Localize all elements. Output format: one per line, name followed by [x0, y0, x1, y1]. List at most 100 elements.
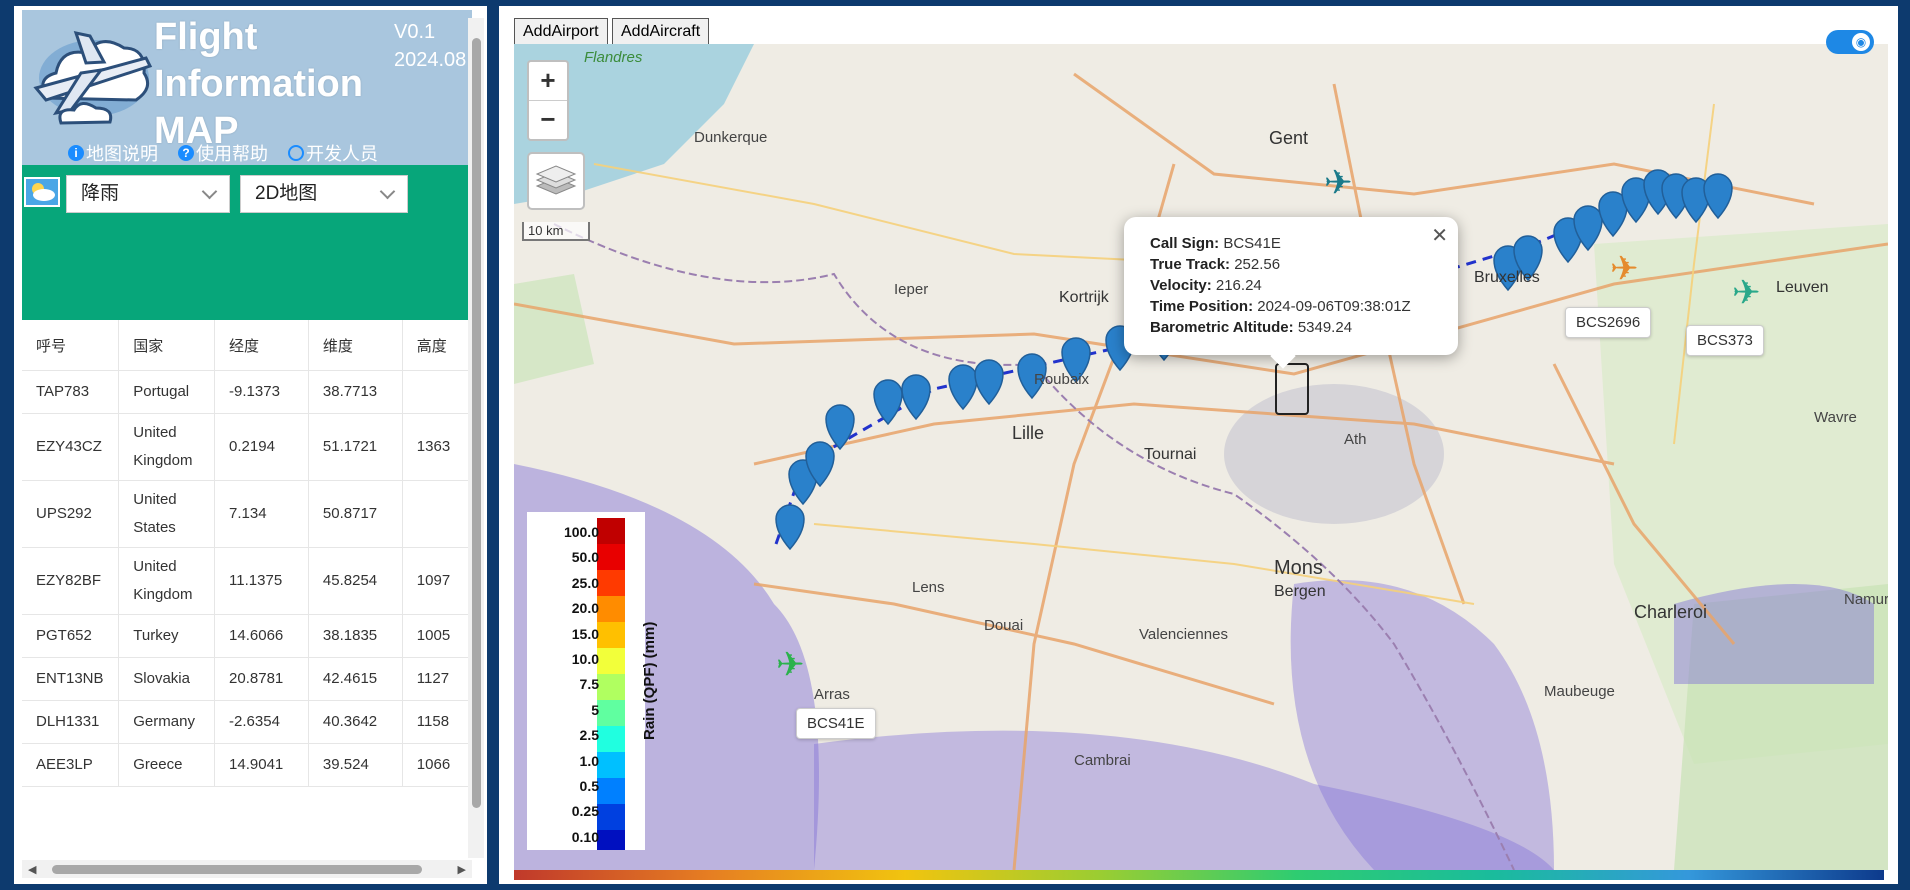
zoom-control: + −: [527, 60, 569, 141]
table-cell: United States: [118, 480, 216, 548]
table-cell: 50.8717: [308, 480, 403, 548]
table-cell: 7.134: [214, 480, 309, 548]
zoom-in-button[interactable]: +: [529, 62, 567, 101]
app-title: Flight Information MAP: [154, 16, 363, 152]
aircraft-icon[interactable]: ✈: [1324, 164, 1353, 202]
table-cell: 42.4615: [308, 657, 403, 701]
place-label: Cambrai: [1074, 752, 1131, 769]
table-cell: Slovakia: [118, 657, 216, 701]
table-row[interactable]: ENT13NB Slovakia 20.8781 42.4615 1127: [22, 657, 472, 701]
legend-value: 0.10: [571, 828, 599, 845]
weather-icon-button[interactable]: [24, 177, 60, 207]
table-cell: 40.3642: [308, 700, 403, 744]
legend-colorbar: [597, 518, 625, 850]
control-toolbar: 降雨 2D地图: [22, 165, 472, 320]
table-cell: DLH1331: [22, 700, 120, 744]
legend-value: 10.0: [571, 651, 599, 667]
aircraft-tag-bcs41e[interactable]: BCS41E: [796, 708, 876, 739]
table-cell: TAP783: [22, 370, 120, 414]
map-canvas[interactable]: ✈ ✈ ✈ ✈ Flandres Gent Kortrijk Lille Tou…: [514, 44, 1888, 870]
popup-altitude: Barometric Altitude: 5349.24: [1150, 319, 1353, 336]
col-country[interactable]: 国家: [118, 320, 216, 371]
table-cell: 45.8254: [308, 547, 403, 615]
table-cell: Greece: [118, 743, 216, 787]
table-row[interactable]: UPS292 United States 7.134 50.8717: [22, 480, 472, 548]
place-label: Ath: [1344, 431, 1367, 448]
table-cell: 14.6066: [214, 614, 309, 658]
scroll-right-icon[interactable]: ▶: [458, 863, 466, 876]
weather-layer-select[interactable]: 降雨: [66, 175, 230, 213]
help-link[interactable]: ? 使用帮助: [178, 140, 268, 166]
table-cell: 1097: [402, 547, 472, 615]
legend-value: 15.0: [571, 625, 599, 642]
visibility-toggle[interactable]: ◉: [1826, 30, 1874, 54]
popup-time: Time Position: 2024-09-06T09:38:01Z: [1150, 298, 1411, 315]
legend-value: 0.5: [579, 778, 599, 794]
header: Flight Information MAP V0.1 2024.08 i 地图说…: [22, 10, 472, 165]
table-cell: ENT13NB: [22, 657, 120, 701]
place-label: Lens: [912, 579, 945, 596]
col-latitude[interactable]: 维度: [308, 320, 403, 371]
place-label: Ieper: [894, 281, 928, 298]
aircraft-icon-bcs2696[interactable]: ✈: [1610, 250, 1639, 288]
place-label: Arras: [814, 686, 850, 703]
aircraft-tag-bcs373[interactable]: BCS373: [1686, 325, 1764, 356]
layers-button[interactable]: [527, 152, 585, 210]
add-aircraft-button[interactable]: AddAircraft: [612, 18, 710, 47]
left-panel: Flight Information MAP V0.1 2024.08 i 地图说…: [22, 10, 472, 880]
table-cell: 1127: [402, 657, 472, 701]
info-icon: i: [68, 145, 84, 161]
table-cell: [402, 480, 472, 548]
aircraft-icon-bcs41e[interactable]: ✈: [776, 646, 805, 684]
place-label: Roubaix: [1034, 371, 1090, 388]
table-cell: 51.1721: [308, 413, 403, 481]
scroll-left-icon[interactable]: ◀: [28, 863, 36, 876]
table-cell: 1005: [402, 614, 472, 658]
legend-value: 100.0: [563, 524, 599, 540]
table-cell: [402, 370, 472, 414]
legend-value: 5: [591, 701, 599, 718]
table-cell: 38.1835: [308, 614, 403, 658]
aircraft-icon-bcs373[interactable]: ✈: [1732, 274, 1761, 312]
table-cell: 1158: [402, 700, 472, 744]
version-info: V0.1 2024.08: [394, 18, 466, 74]
place-label: Bergen: [1274, 583, 1326, 600]
table-row[interactable]: EZY82BF United Kingdom 11.1375 45.8254 1097: [22, 547, 472, 615]
place-label: Tournai: [1144, 446, 1196, 463]
table-cell: 1066: [402, 743, 472, 787]
legend-value: 50.0: [571, 549, 599, 566]
aircraft-tag-bcs2696[interactable]: BCS2696: [1565, 307, 1652, 338]
zoom-out-button[interactable]: −: [529, 101, 567, 139]
map-description-link[interactable]: i 地图说明: [68, 140, 158, 166]
col-callsign[interactable]: 呼号: [22, 320, 120, 371]
legend-value: 7.5: [579, 676, 599, 693]
vertical-scrollbar[interactable]: [468, 18, 484, 858]
place-label: Maubeuge: [1544, 683, 1615, 700]
table-cell: EZY82BF: [22, 547, 120, 615]
legend-value: 1.0: [579, 752, 599, 769]
place-label: Wavre: [1814, 409, 1857, 426]
table-cell: -2.6354: [214, 700, 309, 744]
table-cell: 11.1375: [214, 547, 309, 615]
place-label: Leuven: [1776, 279, 1829, 296]
table-row[interactable]: AEE3LP Greece 14.9041 39.524 1066: [22, 743, 472, 787]
map-base: ✈ ✈ ✈ ✈ Flandres Gent Kortrijk Lille Tou…: [514, 44, 1888, 870]
place-label: Flandres: [584, 49, 643, 66]
developers-link[interactable]: 开发人员: [288, 140, 378, 166]
close-icon[interactable]: ✕: [1431, 223, 1448, 248]
map-type-select[interactable]: 2D地图: [240, 175, 408, 213]
table-row[interactable]: DLH1331 Germany -2.6354 40.3642 1158: [22, 700, 472, 744]
col-longitude[interactable]: 经度: [214, 320, 309, 371]
table-cell: 39.524: [308, 743, 403, 787]
bottom-color-strip: [514, 870, 1884, 880]
add-airport-button[interactable]: AddAirport: [514, 18, 608, 47]
airplane-cloud-logo: [33, 30, 153, 125]
col-altitude[interactable]: 高度: [402, 320, 472, 371]
table-row[interactable]: EZY43CZ United Kingdom 0.2194 51.1721 1363: [22, 413, 472, 481]
flight-info-popup: ✕ Call Sign: BCS41E True Track: 252.56 V…: [1124, 217, 1458, 369]
horizontal-scrollbar[interactable]: ◀ ▶: [22, 860, 472, 878]
table-cell: UPS292: [22, 480, 120, 548]
table-row[interactable]: PGT652 Turkey 14.6066 38.1835 1005: [22, 614, 472, 658]
place-label: Dunkerque: [694, 129, 767, 146]
table-row[interactable]: TAP783 Portugal -9.1373 38.7713: [22, 370, 472, 414]
